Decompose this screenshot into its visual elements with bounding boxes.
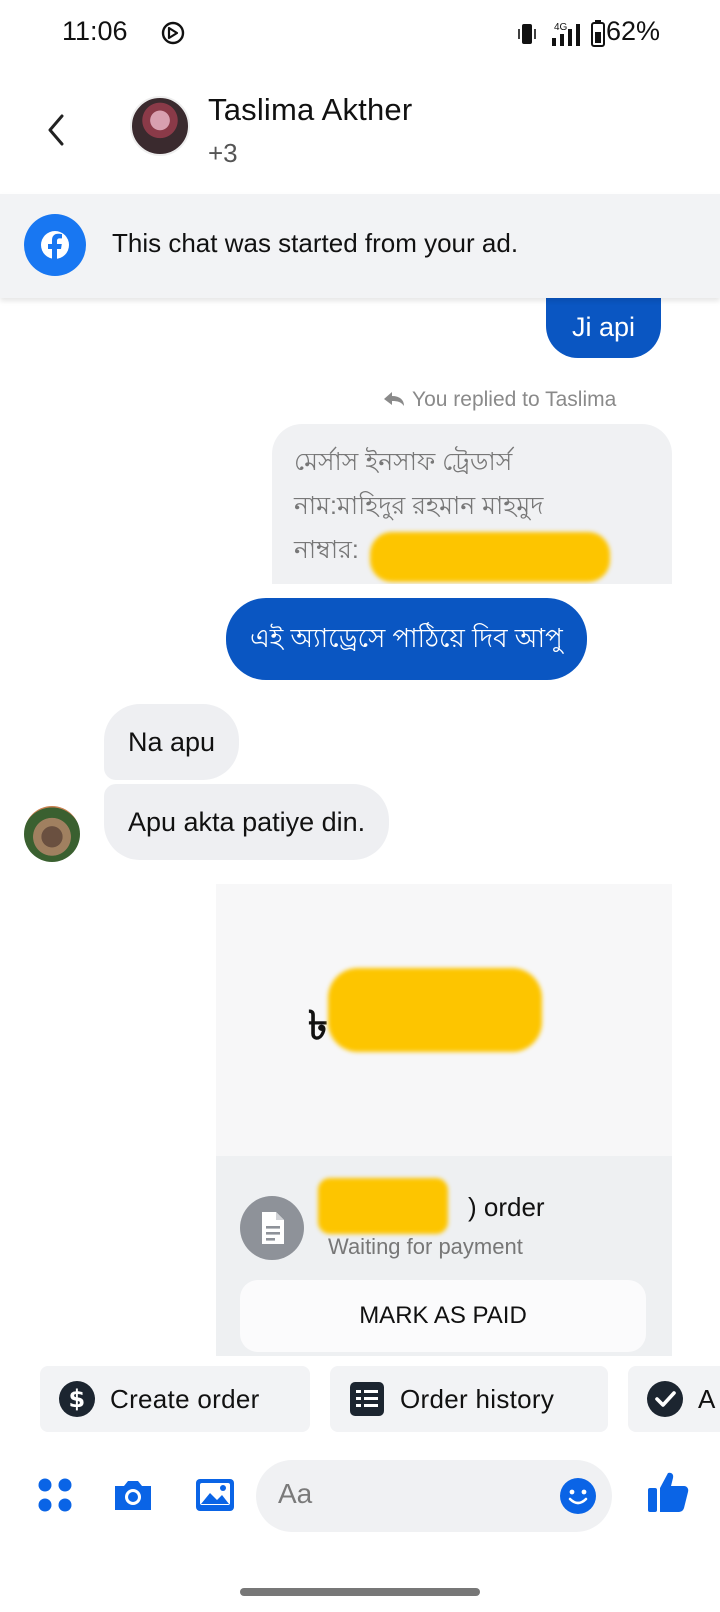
message-incoming[interactable]: Apu akta patiye din. [104,784,390,860]
create-order-chip[interactable]: $ Create order [40,1366,310,1432]
order-info: ) order Waiting for payment MARK AS PAID [216,1156,672,1356]
checkmark-icon [647,1381,683,1417]
redaction-mark [318,1178,448,1234]
sender-avatar[interactable] [24,806,80,862]
camera-icon[interactable] [110,1472,156,1518]
emoji-icon[interactable] [558,1476,598,1516]
battery-percent: 62% [605,16,660,46]
mark-as-paid-button[interactable]: MARK AS PAID [240,1280,646,1352]
quoted-line: মের্সাস ইনসাফ ট্রেডার্স [294,448,513,476]
order-history-label: Order history [400,1384,555,1414]
home-indicator[interactable] [240,1588,480,1596]
reply-note-text: You replied to Taslima [412,388,617,411]
message-outgoing[interactable]: এই অ্যাড্রেসে পাঠিয়ে দিব আপু [226,598,587,680]
message-incoming[interactable]: Na apu [104,704,240,780]
message-outgoing[interactable]: Ji api [546,296,662,358]
order-history-chip[interactable]: Order history [330,1366,608,1432]
quoted-message[interactable]: মের্সাস ইনসাফ ট্রেডার্স নাম:মাহিদুর রহমা… [272,424,672,584]
reply-note: You replied to Taslima [382,388,616,412]
order-card[interactable]: ৳ ) order Waiting for payment MARK AS PA… [216,884,672,1356]
order-status: Waiting for payment [328,1234,523,1259]
ad-banner-text: This chat was started from your ad. [112,228,519,258]
ad-origin-banner: This chat was started from your ad. [0,194,720,298]
dollar-icon: $ [59,1381,95,1417]
action-chips: $ Create order Order history A [0,1366,720,1436]
vibrate-signal-icons: 4G [518,20,605,47]
redaction-mark [370,532,610,582]
third-action-label: A [698,1384,716,1414]
contact-name[interactable]: Taslima Akther [208,92,412,128]
quoted-line: নাম:মাহিদুর রহমান মাহমুদ [294,492,544,520]
svg-text:$: $ [69,1385,86,1413]
create-order-label: Create order [110,1384,260,1414]
composer-bar: Aa [0,1450,720,1540]
currency-symbol: ৳ [308,1003,328,1049]
svg-text:4G: 4G [554,22,568,33]
reply-arrow-icon [384,392,404,406]
message-input[interactable]: Aa [256,1460,612,1532]
do-not-disturb-icon [161,21,185,45]
status-bar: 11:06 4G 62% [0,0,720,66]
facebook-icon [24,214,86,276]
redaction-mark [328,968,542,1052]
back-arrow-icon[interactable] [36,106,76,154]
apps-menu-icon[interactable] [34,1472,80,1518]
third-action-chip[interactable]: A [628,1366,720,1432]
message-input-placeholder: Aa [278,1478,313,1509]
document-icon [240,1196,304,1260]
order-title: ) order [468,1192,545,1222]
order-price-area: ৳ [216,884,672,1156]
contact-avatar[interactable] [130,96,190,156]
participants-count: +3 [208,138,238,168]
status-time: 11:06 [62,16,128,46]
chat-header: Taslima Akther +3 [0,66,720,190]
like-thumb-icon[interactable] [644,1468,692,1516]
gallery-icon[interactable] [192,1472,238,1518]
order-history-icon [350,1382,384,1416]
